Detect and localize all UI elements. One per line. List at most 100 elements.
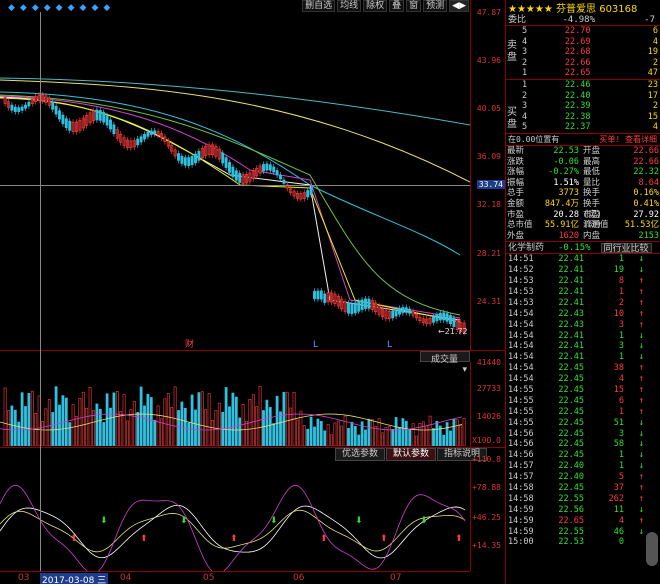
- stat-value: 22.66: [633, 145, 659, 156]
- volume-bar: [340, 425, 344, 446]
- ma-line-yellow: [0, 79, 470, 183]
- stat-value: 20.28: [553, 209, 579, 220]
- volume-bar: [238, 417, 242, 446]
- order-volume: 19: [647, 47, 658, 58]
- volume-bar: [289, 407, 293, 446]
- event-marker-l1: L: [313, 340, 318, 350]
- trade-row: 14:57 22.40 1 ↓: [506, 461, 660, 472]
- order-level-row: 4 22.69 4: [520, 37, 660, 48]
- stat-row: 总手 3773 换手 0.16%: [507, 188, 659, 199]
- volume-tick: X100.0: [472, 436, 501, 445]
- trade-time: 14:53: [508, 276, 534, 287]
- volume-bar: [17, 421, 21, 446]
- trade-price: 22.41: [558, 286, 584, 297]
- price-tick: 24.31: [476, 297, 501, 306]
- volume-bar: [404, 420, 408, 446]
- trade-price: 22.45: [558, 428, 584, 439]
- volume-bar: [394, 417, 398, 446]
- stat-value: 2153: [638, 230, 659, 241]
- volume-bar: [435, 421, 439, 446]
- trade-time: 14:54: [508, 308, 534, 319]
- trade-volume: 51: [613, 417, 624, 428]
- trade-time: 14:51: [508, 254, 534, 265]
- trade-direction-icon: ↑: [638, 308, 644, 319]
- buy-detail-link[interactable]: 买单! 查看详细: [586, 134, 659, 145]
- volume-bar: [156, 405, 160, 446]
- stat-value: 22.66: [633, 156, 659, 167]
- stat-value: 27.92: [633, 209, 659, 220]
- stock-rating: ★★★★★: [508, 4, 553, 14]
- trade-time: 14:54: [508, 352, 534, 363]
- stat-row: 振幅 1.51% 量比 8.64: [507, 178, 659, 189]
- date-tick: 07: [390, 573, 402, 583]
- trade-volume: 37: [613, 482, 624, 493]
- trade-direction-icon: ↑: [638, 406, 644, 417]
- price-chart[interactable]: 财 L L ←21.72: [0, 0, 470, 350]
- volume-bar: [78, 398, 82, 446]
- trade-price: 22.41: [558, 341, 584, 352]
- kdj-indicator-chart: ⬆ ⬇ ⬆ ⬇ ⬆ ⬇ ⬆ ⬇ ⬆ ⬇ ⬆: [0, 484, 466, 571]
- order-level: 3: [522, 47, 528, 58]
- stat-label: 最低: [583, 167, 601, 178]
- trade-row: 14:53 22.41 2 ↑: [506, 298, 660, 309]
- trade-direction-icon: ↓: [638, 265, 644, 276]
- low-price-annotation: ←21.72: [438, 327, 468, 336]
- order-price: 22.68: [564, 47, 591, 58]
- volume-bar: [180, 401, 184, 446]
- trade-volume: 58: [613, 439, 624, 450]
- trade-volume: 1: [618, 461, 624, 472]
- tab-default-params[interactable]: 默认参数: [386, 448, 437, 461]
- trade-direction-icon: ↓: [638, 526, 644, 537]
- volume-bar: [343, 415, 347, 446]
- order-level: 5: [522, 122, 528, 133]
- signal-arrow-icon: ⬆: [140, 534, 148, 544]
- order-level: 4: [522, 36, 528, 47]
- trade-time: 14:59: [508, 515, 534, 526]
- signal-arrow-icon: ⬇: [180, 516, 188, 526]
- trade-price: 22.41: [558, 276, 584, 287]
- indicator-tick: +110.8: [472, 455, 501, 464]
- trade-direction-icon: ↑: [638, 384, 644, 395]
- stat-row: 市盈 20.28 市盈(动) 27.92: [507, 209, 659, 231]
- trade-direction-icon: ↑: [638, 482, 644, 493]
- tick-trades-list[interactable]: 14:51 22.41 1 ↓ 14:52 22.41 19 ↓ 14:53 22.41 8 ↑ 14:…: [506, 254, 660, 548]
- volume-bar: [309, 416, 313, 446]
- volume-bar: [146, 393, 150, 446]
- trade-time: 14:59: [508, 526, 534, 537]
- trade-price: 22.45: [558, 395, 584, 406]
- event-marker-earnings: 财: [185, 338, 194, 350]
- peer-compare-button[interactable]: 同行业比较: [600, 243, 652, 254]
- volume-indicator-select[interactable]: 成交量 ▾: [420, 351, 470, 375]
- trade-price: 22.41: [558, 297, 584, 308]
- stat-value: 3773: [558, 188, 579, 199]
- stat-label: 最高: [583, 156, 601, 167]
- volume-bar: [411, 423, 415, 446]
- trade-direction-icon: ↓: [638, 254, 644, 265]
- volume-bar: [166, 393, 170, 446]
- order-level-row: 4 22.38 15: [520, 112, 660, 123]
- order-ratio-value: -4.98%: [562, 15, 595, 25]
- signal-arrow-icon: ⬇: [355, 516, 363, 526]
- order-price: 22.37: [564, 122, 591, 133]
- price-tick: 36.09: [476, 152, 501, 161]
- scroll-handle[interactable]: [646, 532, 658, 566]
- order-volume: 2: [652, 101, 658, 112]
- stat-value: 0.16%: [633, 188, 659, 199]
- trade-direction-icon: ↑: [638, 319, 644, 330]
- volume-bar: [302, 425, 306, 446]
- stat-label: 量比: [583, 177, 601, 188]
- volume-bar: [415, 435, 418, 446]
- volume-bar: [88, 387, 92, 446]
- volume-bar: [401, 418, 405, 446]
- volume-bar: [122, 394, 126, 446]
- position-text: 在0.00位置有: [508, 134, 560, 144]
- trade-volume: 1: [618, 254, 624, 265]
- trade-time: 14:54: [508, 374, 534, 385]
- volume-bar: [428, 415, 432, 446]
- tab-preferred-params[interactable]: 优选参数: [335, 448, 386, 461]
- trade-direction-icon: ↓: [638, 352, 644, 363]
- kline-chart-pane[interactable]: ◆◆◆◆◆◆◆◆◆ 删自选 均线 除权 叠 窗 预测 ◀▶ 财 L L ←21.…: [0, 0, 505, 584]
- trade-time: 14:55: [508, 395, 534, 406]
- volume-axis: 41440 27733 14026 X100.0: [470, 358, 505, 448]
- volume-bar: [370, 419, 374, 446]
